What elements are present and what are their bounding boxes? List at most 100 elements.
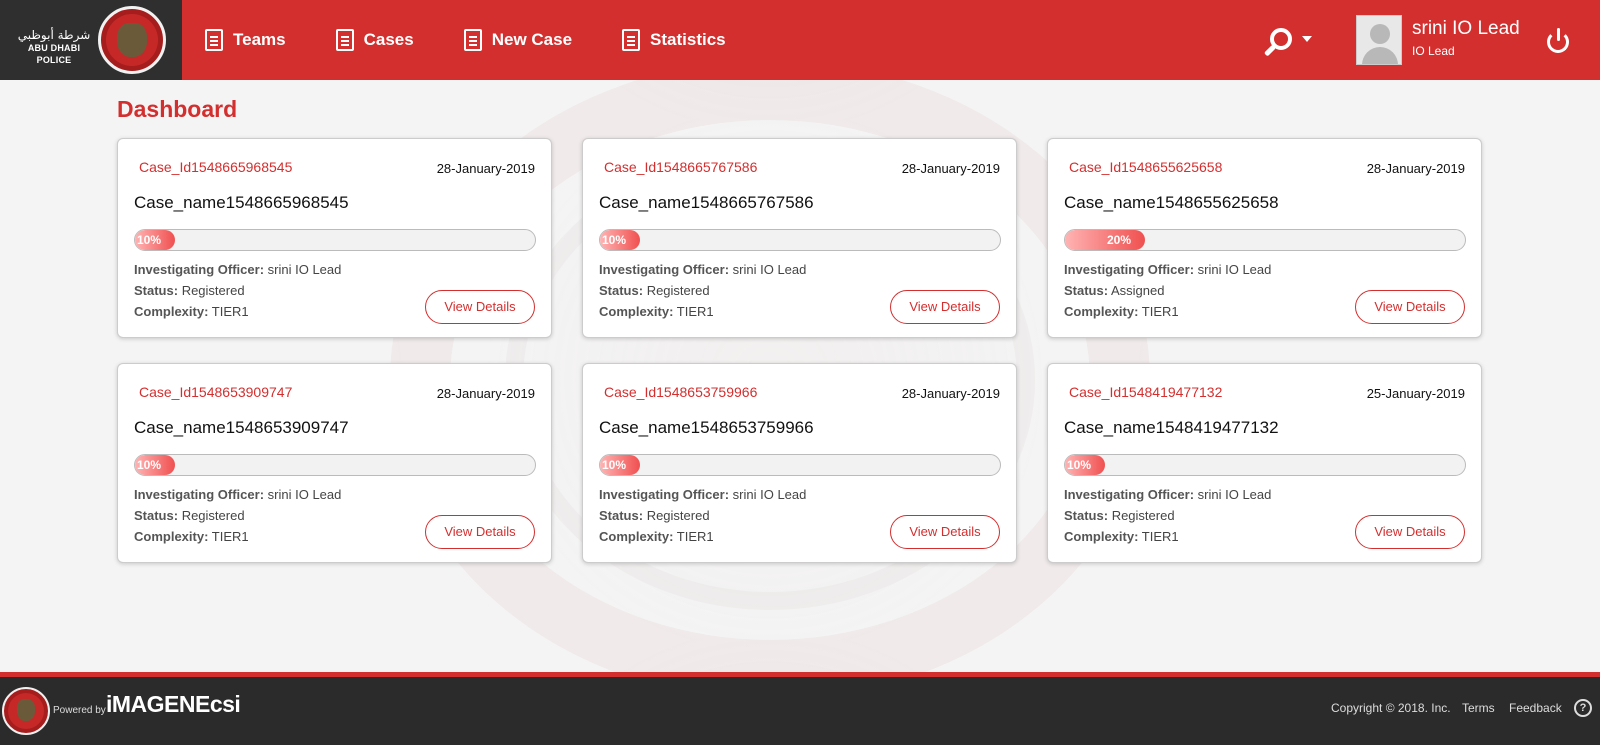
police-emblem-icon [2,687,50,735]
complexity-row: Complexity: TIER1 [134,304,249,319]
complexity-label: Complexity: [599,529,674,544]
user-role: IO Lead [1412,44,1455,58]
status-value: Registered [181,283,245,298]
copyright-text: Copyright © 2018. Inc. [1331,701,1451,715]
page-title: Dashboard [117,96,238,122]
complexity-row: Complexity: TIER1 [1064,529,1179,544]
complexity-label: Complexity: [134,529,209,544]
officer-row: Investigating Officer: srini IO Lead [599,262,806,277]
view-details-button[interactable]: View Details [1355,290,1465,324]
complexity-value: TIER1 [676,304,714,319]
status-row: Status: Registered [134,283,245,298]
document-list-icon [335,29,354,51]
power-icon [1545,28,1571,54]
case-id: Case_Id1548665767586 [604,159,758,175]
case-id: Case_Id1548653759966 [604,384,758,400]
help-icon[interactable]: ? [1574,699,1592,717]
brand-arabic-name: شرطة أبوظبي [17,28,91,42]
officer-row: Investigating Officer: srini IO Lead [599,487,806,502]
brand-text: شرطة أبوظبي ABU DHABI POLICE [12,28,96,66]
officer-label: Investigating Officer: [599,487,730,502]
case-progress-bar: 10% [134,454,536,476]
user-name: srini IO Lead [1412,18,1520,39]
complexity-label: Complexity: [134,304,209,319]
case-name: Case_name1548419477132 [1064,418,1279,437]
nav-item-cases[interactable]: Cases [335,29,414,51]
case-id: Case_Id1548665968545 [139,159,293,175]
officer-label: Investigating Officer: [1064,262,1195,277]
nav-item-label: New Case [491,30,573,49]
case-name: Case_name1548655625658 [1064,193,1279,212]
case-progress-fill: 10% [1065,455,1105,475]
search-icon [1258,24,1298,64]
case-card: Case_Id1548665767586 28-January-2019 Cas… [582,138,1017,338]
avatar[interactable] [1356,15,1402,65]
document-list-icon [205,29,223,51]
complexity-label: Complexity: [1064,304,1139,319]
nav-item-new-case[interactable]: New Case [463,29,573,51]
view-details-button[interactable]: View Details [1355,515,1465,549]
complexity-label: Complexity: [1064,529,1139,544]
status-row: Status: Registered [134,508,245,523]
case-name: Case_name1548653759966 [599,418,814,437]
status-label: Status: [599,283,644,298]
user-placeholder-icon [1357,16,1401,64]
view-details-button[interactable]: View Details [425,290,535,324]
nav-item-label: Cases [363,30,414,49]
case-card: Case_Id1548419477132 25-January-2019 Cas… [1047,363,1482,563]
chevron-down-icon[interactable] [1302,36,1312,42]
terms-link[interactable]: Terms [1462,701,1495,715]
officer-value: srini IO Lead [267,262,342,277]
status-row: Status: Assigned [1064,283,1164,298]
officer-row: Investigating Officer: srini IO Lead [134,487,341,502]
view-details-button[interactable]: View Details [890,515,1000,549]
imagene-brand: iMAGENEcsi [106,691,241,717]
officer-label: Investigating Officer: [134,487,265,502]
brand-english-name: ABU DHABI POLICE [27,43,81,65]
case-progress-fill: 10% [135,230,175,250]
case-card: Case_Id1548655625658 28-January-2019 Cas… [1047,138,1482,338]
powered-by-text: Powered by [53,705,106,716]
officer-value: srini IO Lead [1197,487,1272,502]
complexity-value: TIER1 [211,304,249,319]
document-icon [622,29,641,51]
complexity-row: Complexity: TIER1 [1064,304,1179,319]
complexity-value: TIER1 [1141,529,1179,544]
status-row: Status: Registered [1064,508,1175,523]
case-id: Case_Id1548655625658 [1069,159,1223,175]
status-label: Status: [1064,283,1109,298]
view-details-button[interactable]: View Details [890,290,1000,324]
officer-value: srini IO Lead [1197,262,1272,277]
complexity-value: TIER1 [676,529,714,544]
feedback-link[interactable]: Feedback [1509,701,1562,715]
case-progress-bar: 10% [599,229,1001,251]
case-card: Case_Id1548653759966 28-January-2019 Cas… [582,363,1017,563]
nav-item-statistics[interactable]: Statistics [622,29,726,51]
search-button[interactable] [1258,24,1298,64]
nav-item-teams[interactable]: Teams [205,29,286,51]
view-details-button[interactable]: View Details [425,515,535,549]
officer-row: Investigating Officer: srini IO Lead [134,262,341,277]
case-name: Case_name1548653909747 [134,418,349,437]
brand-logo[interactable]: شرطة أبوظبي ABU DHABI POLICE [0,0,182,80]
status-value: Assigned [1110,283,1165,298]
case-progress-bar: 10% [599,454,1001,476]
case-date: 28-January-2019 [901,161,1000,176]
case-date: 28-January-2019 [436,161,535,176]
case-progress-bar: 10% [1064,454,1466,476]
police-emblem-icon [98,6,166,74]
status-value: Registered [181,508,245,523]
case-progress-fill: 10% [600,455,640,475]
logout-button[interactable] [1545,28,1571,54]
top-header: شرطة أبوظبي ABU DHABI POLICE Teams Cases… [0,0,1600,80]
status-value: Registered [646,508,710,523]
case-card: Case_Id1548665968545 28-January-2019 Cas… [117,138,552,338]
case-progress-fill: 10% [600,230,640,250]
officer-label: Investigating Officer: [134,262,265,277]
nav-item-label: Statistics [650,30,726,49]
status-value: Registered [1111,508,1175,523]
case-id: Case_Id1548419477132 [1069,384,1223,400]
status-value: Registered [646,283,710,298]
officer-label: Investigating Officer: [1064,487,1195,502]
officer-value: srini IO Lead [732,487,807,502]
